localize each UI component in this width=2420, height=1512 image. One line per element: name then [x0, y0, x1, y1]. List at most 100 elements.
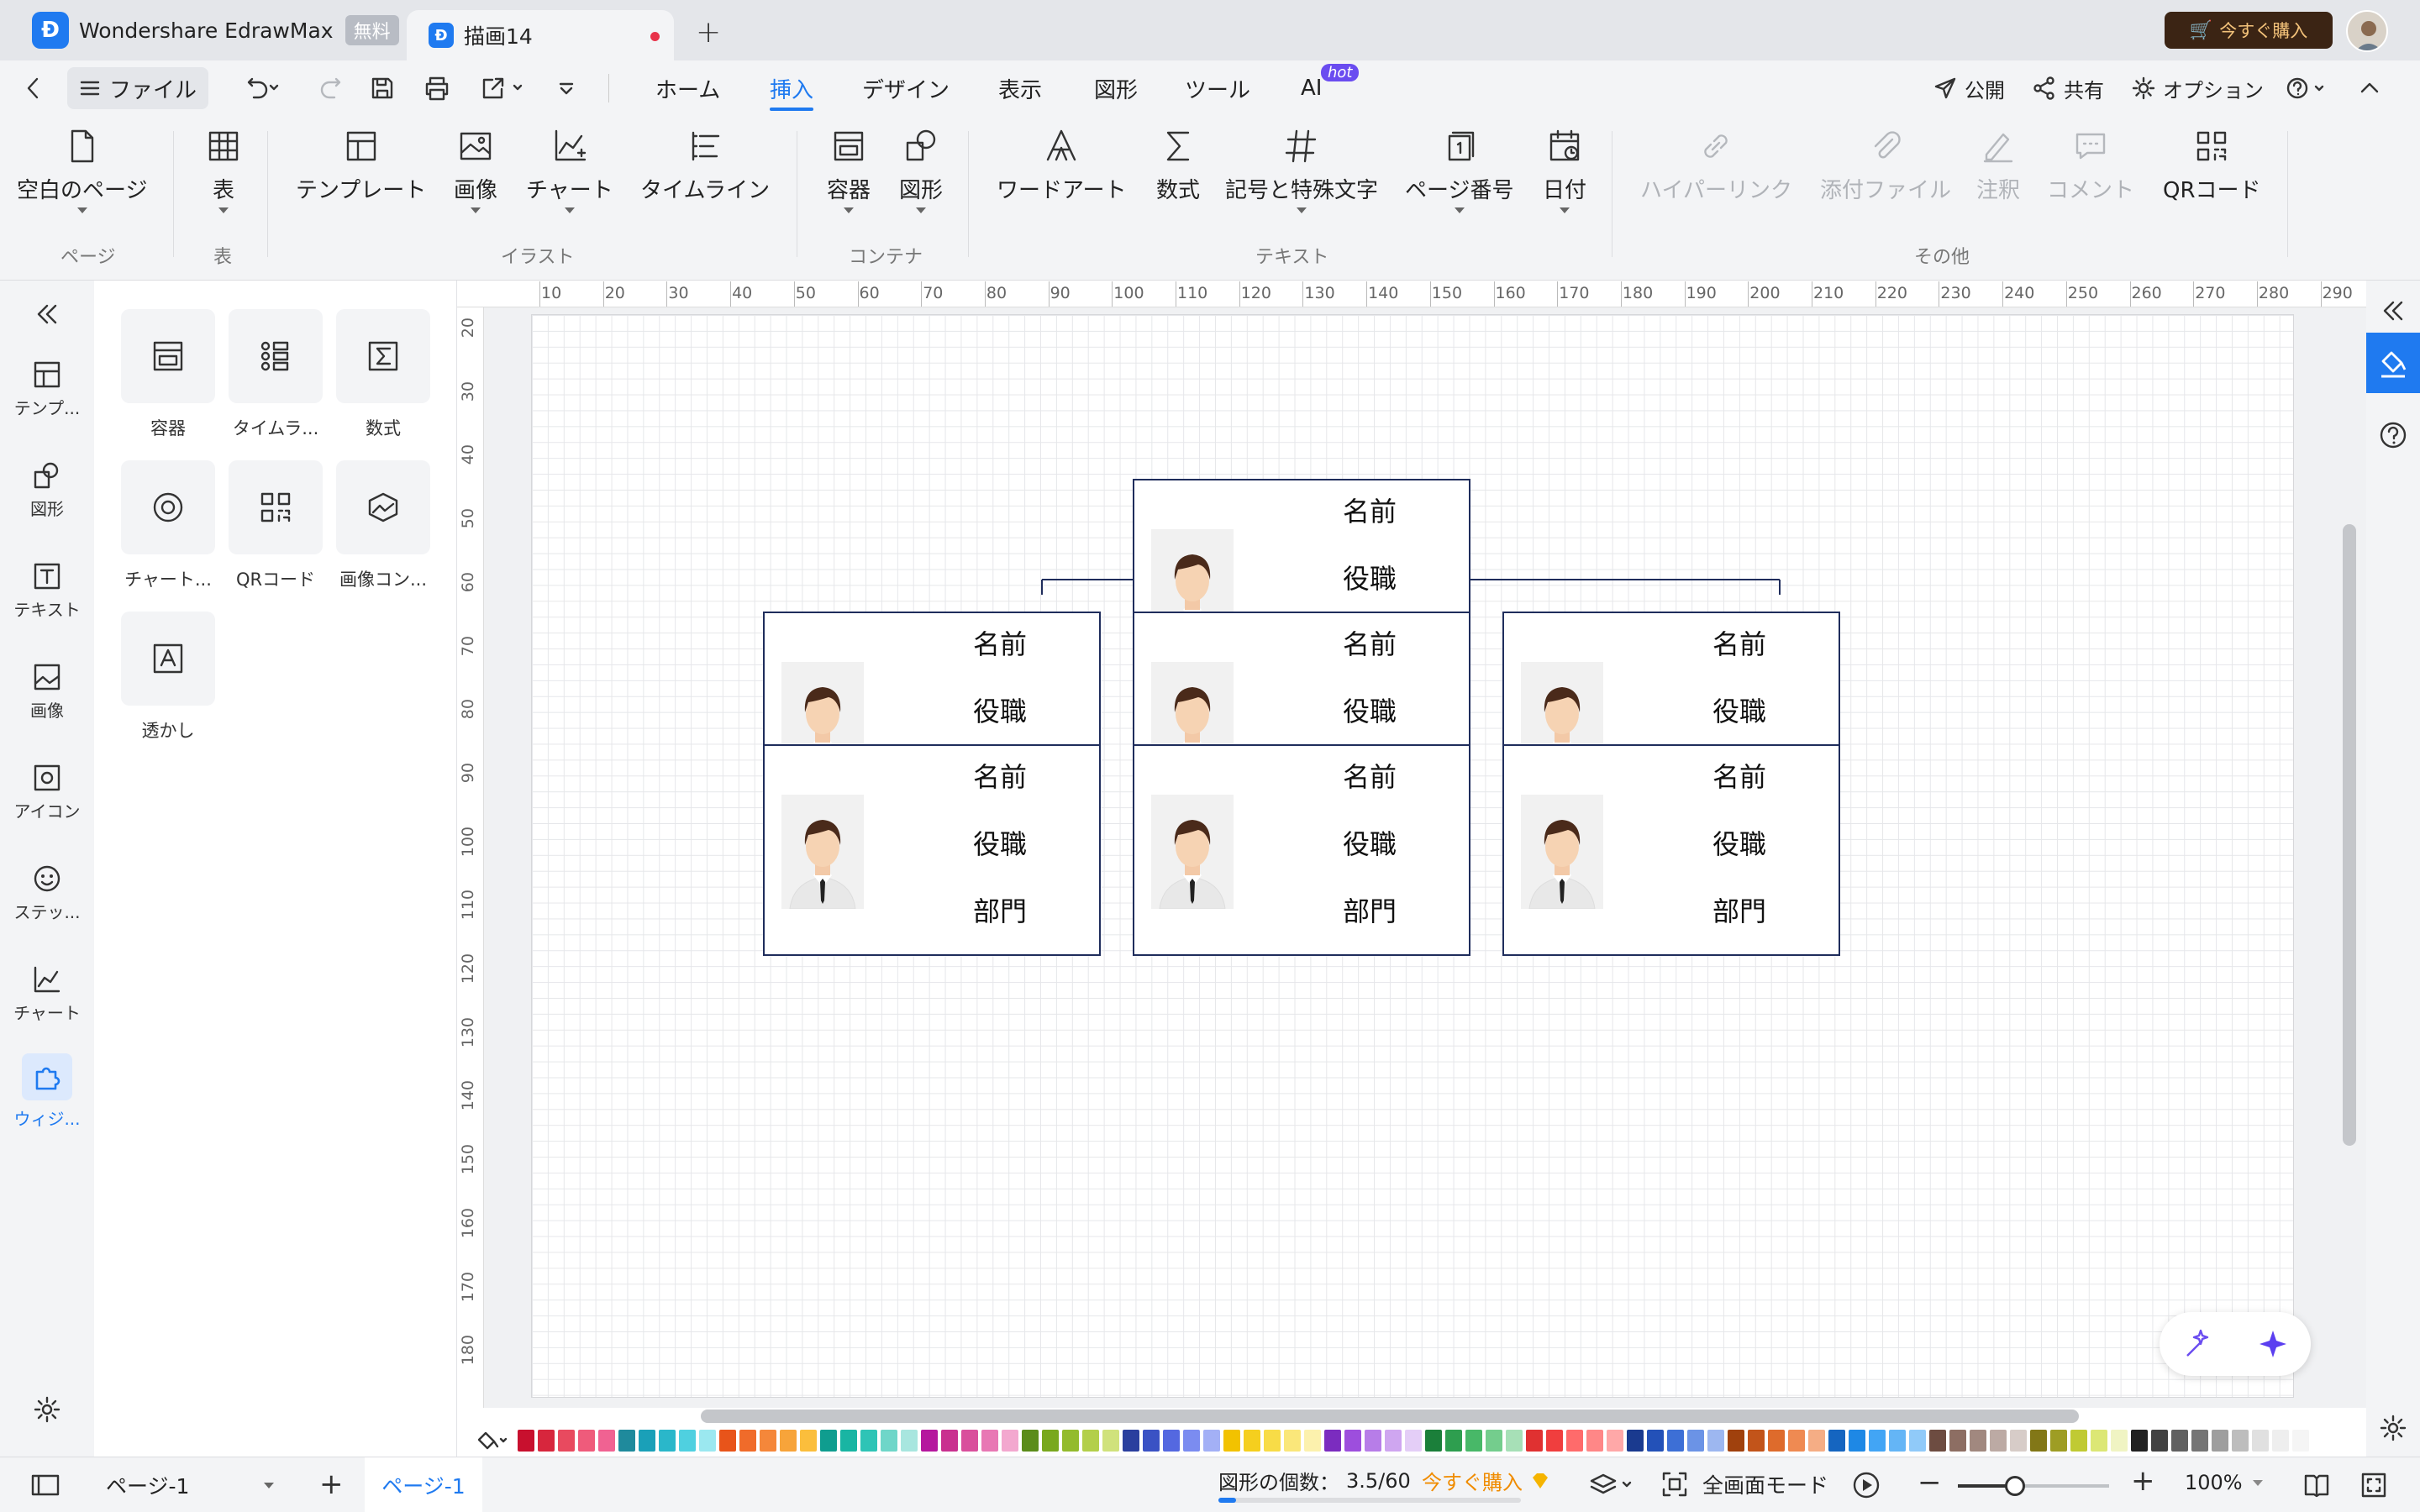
undo-icon[interactable] [245, 60, 279, 116]
page-select[interactable]: ページ-1 [106, 1469, 274, 1501]
container-button[interactable]: 容器 [827, 128, 871, 213]
add-page-icon[interactable]: + [319, 1467, 344, 1501]
color-swatch[interactable] [1324, 1430, 1341, 1452]
nav-shapes[interactable]: 図形 [0, 460, 94, 520]
layers-icon[interactable] [1588, 1471, 1635, 1499]
color-swatch[interactable] [2050, 1430, 2067, 1452]
color-swatch[interactable] [2131, 1430, 2148, 1452]
share-button[interactable]: 共有 [2032, 60, 2104, 116]
color-swatch[interactable] [2070, 1430, 2087, 1452]
expand-panel-icon[interactable] [2378, 296, 2408, 326]
more-dropdown-icon[interactable] [556, 60, 576, 116]
color-swatch[interactable] [1203, 1430, 1220, 1452]
color-swatch[interactable] [1344, 1430, 1361, 1452]
org-card[interactable]: 名前役職部門 [1133, 744, 1470, 956]
image-button[interactable]: 画像 [454, 128, 497, 213]
color-swatch[interactable] [1828, 1430, 1845, 1452]
color-swatch[interactable] [598, 1430, 615, 1452]
color-swatch[interactable] [1889, 1430, 1906, 1452]
fill-bucket-icon[interactable] [474, 1428, 508, 1453]
color-swatch[interactable] [1445, 1430, 1462, 1452]
widget-chart[interactable]: チャート... [121, 460, 215, 591]
attachment-button[interactable]: 添付ファイル [1820, 128, 1951, 204]
color-swatch[interactable] [1082, 1430, 1099, 1452]
save-icon[interactable] [370, 60, 395, 116]
color-swatch[interactable] [2252, 1430, 2269, 1452]
color-swatch[interactable] [1788, 1430, 1805, 1452]
back-icon[interactable] [24, 60, 44, 116]
color-swatch[interactable] [840, 1430, 857, 1452]
zoom-out-icon[interactable]: − [1918, 1466, 1942, 1499]
color-swatch[interactable] [1707, 1430, 1724, 1452]
qrcode-button[interactable]: QRコード [2163, 128, 2261, 204]
color-swatch[interactable] [1728, 1430, 1744, 1452]
color-swatch[interactable] [1405, 1430, 1422, 1452]
color-swatch[interactable] [2111, 1430, 2128, 1452]
template-button[interactable]: テンプレート [296, 128, 426, 204]
color-swatch[interactable] [1102, 1430, 1119, 1452]
color-swatch[interactable] [1506, 1430, 1523, 1452]
color-swatch[interactable] [1546, 1430, 1563, 1452]
settings-icon[interactable] [0, 1394, 94, 1425]
file-menu-button[interactable]: ファイル [67, 67, 209, 109]
color-swatch[interactable] [1647, 1430, 1664, 1452]
publish-button[interactable]: 公開 [1933, 60, 2005, 116]
org-card[interactable]: 名前役職部門 [763, 744, 1101, 956]
color-swatch[interactable] [739, 1430, 756, 1452]
color-swatch[interactable] [1990, 1430, 2007, 1452]
color-swatch[interactable] [1304, 1430, 1321, 1452]
color-swatch[interactable] [901, 1430, 918, 1452]
color-swatch[interactable] [1062, 1430, 1079, 1452]
tab-tools[interactable]: ツール [1185, 60, 1250, 116]
color-swatch[interactable] [578, 1430, 595, 1452]
color-swatch[interactable] [1244, 1430, 1260, 1452]
color-swatch[interactable] [1768, 1430, 1785, 1452]
print-icon[interactable] [424, 60, 450, 116]
color-swatch[interactable] [1748, 1430, 1765, 1452]
color-swatch[interactable] [1385, 1430, 1402, 1452]
color-swatch[interactable] [881, 1430, 897, 1452]
color-swatch[interactable] [1687, 1430, 1704, 1452]
color-swatch[interactable] [2292, 1430, 2309, 1452]
table-button[interactable]: 表 [205, 128, 242, 213]
collapse-ribbon-icon[interactable] [2358, 60, 2381, 116]
buy-now-button[interactable]: 🛒 今すぐ購入 [2165, 12, 2333, 49]
nav-widgets[interactable]: ウィジ... [0, 1053, 94, 1130]
horizontal-scrollbar[interactable] [701, 1410, 2079, 1423]
color-swatch[interactable] [800, 1430, 817, 1452]
color-swatch[interactable] [921, 1430, 938, 1452]
color-swatch[interactable] [760, 1430, 776, 1452]
color-swatch[interactable] [639, 1430, 655, 1452]
color-swatch[interactable] [1163, 1430, 1180, 1452]
color-swatch[interactable] [1909, 1430, 1926, 1452]
redo-icon[interactable] [318, 60, 343, 116]
help-dropdown[interactable] [2286, 60, 2328, 116]
color-swatch[interactable] [1223, 1430, 1240, 1452]
color-swatch[interactable] [1002, 1430, 1018, 1452]
color-swatch[interactable] [1465, 1430, 1482, 1452]
settings-icon[interactable] [2378, 1413, 2408, 1443]
color-swatch[interactable] [981, 1430, 998, 1452]
timeline-button[interactable]: タイムライン [640, 128, 770, 204]
tab-home[interactable]: ホーム [655, 60, 720, 116]
tab-ai[interactable]: AI hot [1301, 60, 1360, 116]
color-swatch[interactable] [1425, 1430, 1442, 1452]
color-swatch[interactable] [1949, 1430, 1966, 1452]
color-swatch[interactable] [1869, 1430, 1886, 1452]
nav-text[interactable]: テキスト [0, 561, 94, 621]
options-button[interactable]: オプション [2131, 60, 2264, 116]
new-tab-icon[interactable]: + [696, 15, 721, 50]
color-swatch[interactable] [2091, 1430, 2107, 1452]
color-swatch[interactable] [2272, 1430, 2289, 1452]
color-swatch[interactable] [1566, 1430, 1583, 1452]
color-swatch[interactable] [1123, 1430, 1139, 1452]
widget-qrcode[interactable]: QRコード [229, 460, 323, 591]
color-swatch[interactable] [2191, 1430, 2208, 1452]
color-swatch[interactable] [2030, 1430, 2047, 1452]
zoom-slider[interactable] [1958, 1476, 2109, 1496]
color-swatch[interactable] [1627, 1430, 1644, 1452]
color-swatch[interactable] [699, 1430, 716, 1452]
nav-icons[interactable]: アイコン [0, 763, 94, 822]
chart-button[interactable]: チャート [526, 128, 613, 213]
org-card[interactable]: 名前役職部門 [1502, 744, 1840, 956]
